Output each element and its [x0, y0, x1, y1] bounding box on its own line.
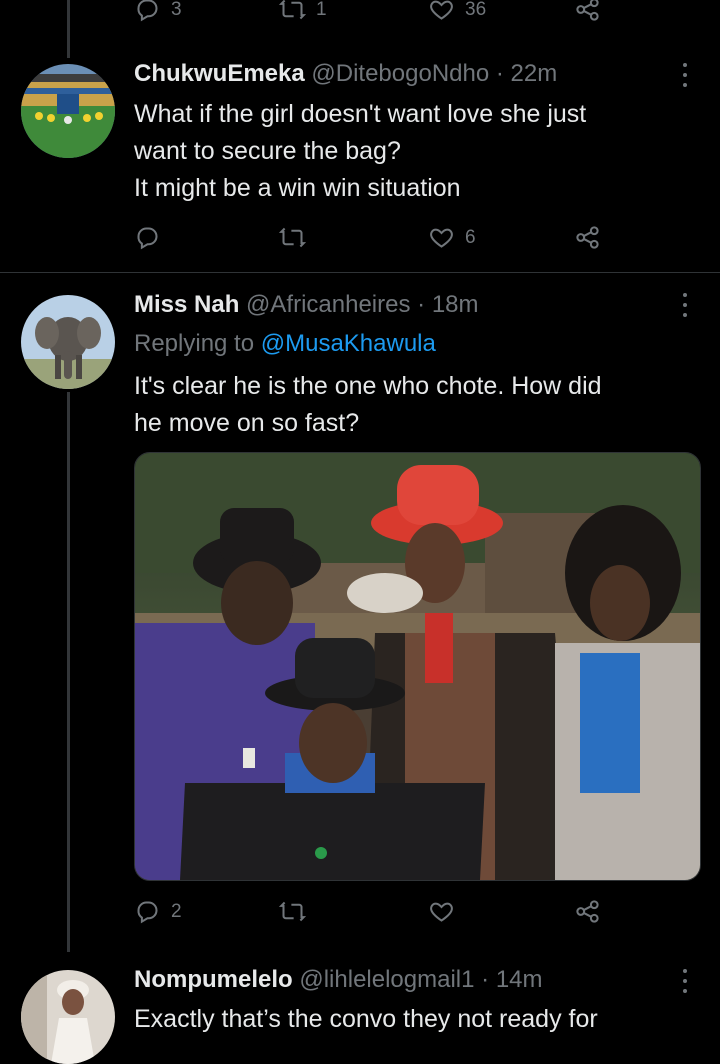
stadium-avatar-image: [21, 64, 115, 158]
more-options-button[interactable]: [673, 60, 697, 90]
top-share-button[interactable]: [574, 0, 601, 23]
avatar[interactable]: [21, 295, 115, 389]
more-options-button[interactable]: [673, 966, 697, 996]
share-icon: [576, 0, 599, 21]
tweet-text-line: It's clear he is the one who chote. How …: [134, 372, 602, 400]
tweet-text: Exactly that’s the convo they not ready …: [134, 1001, 598, 1038]
user-handle[interactable]: @DitebogoNdho: [311, 60, 489, 87]
retweet-button[interactable]: [279, 224, 306, 251]
reply-button[interactable]: 2: [134, 898, 182, 925]
more-icon-dot: [683, 979, 687, 983]
retweet-icon: [279, 901, 306, 922]
user-handle[interactable]: @Africanheires: [246, 291, 410, 318]
display-name[interactable]: Nompumelelo: [134, 966, 293, 993]
top-reply-button[interactable]: 3: [134, 0, 182, 23]
more-options-button[interactable]: [673, 290, 697, 320]
woman-avatar-image: [21, 970, 115, 1064]
more-icon-dot: [683, 83, 687, 87]
header-separator: ·: [481, 966, 490, 993]
heart-icon: [430, 902, 453, 922]
share-button[interactable]: [574, 898, 601, 925]
replying-to-mention[interactable]: @MusaKhawula: [261, 330, 436, 357]
like-button[interactable]: [428, 898, 455, 925]
like-count: 6: [465, 226, 476, 248]
tweet-media-image[interactable]: [134, 452, 701, 881]
reply-button[interactable]: [134, 224, 161, 251]
top-retweet-button[interactable]: 1: [279, 0, 327, 23]
heart-icon: [430, 0, 453, 20]
heart-icon: [430, 228, 453, 248]
replying-to-label: Replying to: [134, 330, 255, 357]
more-icon-dot: [683, 73, 687, 77]
more-icon: [683, 63, 687, 67]
share-icon: [576, 226, 599, 249]
tweet-header: Nompumelelo @lihlelelogmail1 · 14m: [134, 966, 543, 994]
tweet-text-line: want to secure the bag?: [134, 137, 401, 165]
top-retweet-count: 1: [316, 0, 327, 20]
tweet-text: It's clear he is the one who chote. How …: [134, 368, 602, 442]
display-name[interactable]: ChukwuEmeka: [134, 60, 305, 87]
thread-line-top: [67, 0, 70, 58]
tweet-text-line: It might be a win win situation: [134, 174, 461, 202]
elephant-avatar-image: [21, 295, 115, 389]
header-separator: ·: [495, 60, 504, 87]
tweet-text-line: Exactly that’s the convo they not ready …: [134, 1005, 598, 1033]
more-icon: [683, 293, 687, 297]
tweet-text-line: he move on so fast?: [134, 409, 360, 437]
more-icon-dot: [683, 313, 687, 317]
reply-icon: [137, 227, 158, 250]
tweet-text: What if the girl doesn't want love she j…: [134, 96, 586, 207]
tweet-header: ChukwuEmeka @DitebogoNdho · 22m: [134, 60, 557, 88]
reply-count: 2: [171, 900, 182, 922]
display-name[interactable]: Miss Nah: [134, 291, 239, 318]
tweet-time[interactable]: 22m: [511, 60, 558, 87]
retweet-icon: [279, 227, 306, 248]
tweet-divider: [0, 272, 720, 273]
avatar[interactable]: [21, 970, 115, 1064]
retweet-icon: [279, 0, 306, 20]
user-handle[interactable]: @lihlelelogmail1: [299, 966, 474, 993]
tweet-time[interactable]: 14m: [496, 966, 543, 993]
header-separator: ·: [417, 291, 426, 318]
reply-icon: [137, 901, 158, 924]
more-icon-dot: [683, 303, 687, 307]
like-button[interactable]: 6: [428, 224, 476, 251]
costumed-men-photo: [135, 453, 700, 880]
tweet-header: Miss Nah @Africanheires · 18m: [134, 291, 479, 319]
tweet-time[interactable]: 18m: [432, 291, 479, 318]
share-icon: [576, 900, 599, 923]
top-like-count: 36: [465, 0, 487, 20]
replying-to: Replying to @MusaKhawula: [134, 330, 436, 358]
tweet-text-line: What if the girl doesn't want love she j…: [134, 100, 587, 128]
more-icon: [683, 969, 687, 973]
thread-line-middle: [67, 392, 70, 952]
avatar[interactable]: [21, 64, 115, 158]
more-icon-dot: [683, 989, 687, 993]
reply-icon: [137, 0, 158, 22]
top-reply-count: 3: [171, 0, 182, 20]
share-button[interactable]: [574, 224, 601, 251]
top-like-button[interactable]: 36: [428, 0, 486, 23]
retweet-button[interactable]: [279, 898, 306, 925]
